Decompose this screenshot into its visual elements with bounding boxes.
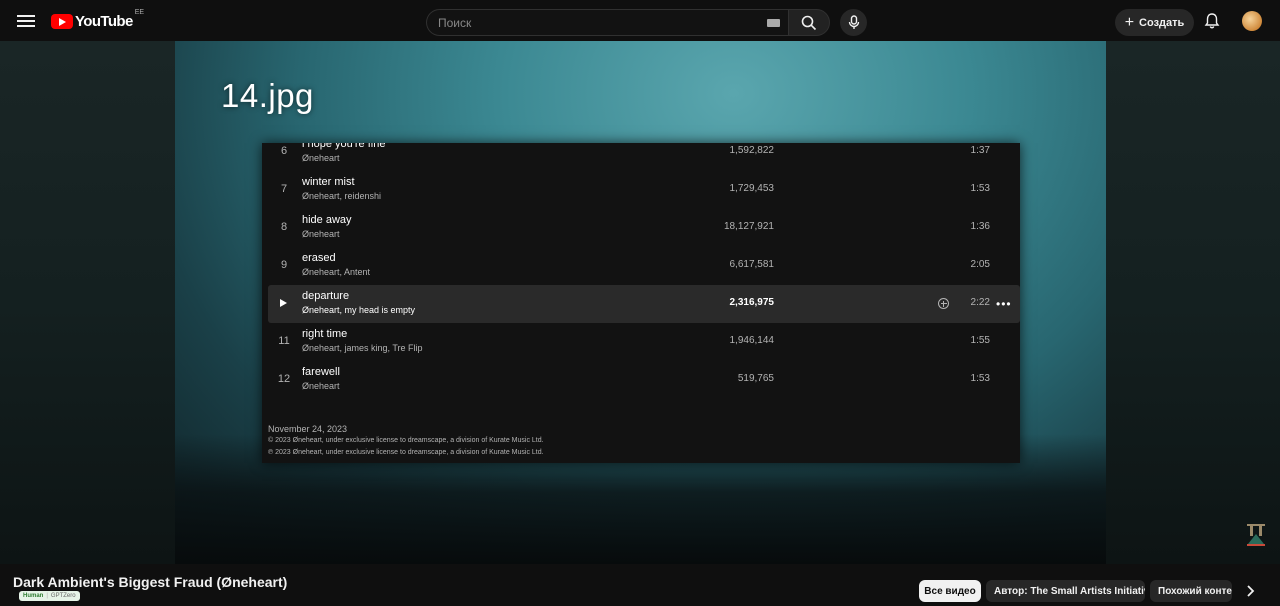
track-title: departure xyxy=(302,290,350,302)
chip-all-videos[interactable]: Все видео xyxy=(919,580,981,602)
copyright-c: © 2023 Øneheart, under exclusive license… xyxy=(268,437,544,444)
play-icon[interactable] xyxy=(280,299,287,307)
track-play-count: 1,592,822 xyxy=(729,145,775,156)
create-button[interactable]: + Создать xyxy=(1115,9,1194,36)
create-label: Создать xyxy=(1139,16,1185,29)
track-row[interactable]: departure Øneheart, my head is empty 2,316… xyxy=(268,285,1020,323)
track-title: farewell xyxy=(302,366,340,378)
track-artist[interactable]: Øneheart, james king, Tre Flip xyxy=(302,343,423,353)
track-row[interactable]: 12 farewell Øneheart 519,765 1:53 xyxy=(268,361,1020,399)
track-play-count: 519,765 xyxy=(737,373,774,384)
logo-text: YouTube xyxy=(75,12,133,30)
track-number: 11 xyxy=(278,335,290,347)
ai-detection-badge[interactable]: Human | GPTZero xyxy=(19,591,80,601)
plus-icon: + xyxy=(1124,13,1135,31)
track-duration: 1:53 xyxy=(970,183,990,194)
chip-related[interactable]: Похожий контент xyxy=(1150,580,1232,602)
track-play-count: 2,316,975 xyxy=(729,297,775,308)
badge-separator: | xyxy=(46,593,48,599)
tracklist: 6 i hope you're fine Øneheart 1,592,822 1:37… xyxy=(262,143,1020,463)
search-icon xyxy=(801,15,817,30)
chevron-right-icon[interactable] xyxy=(1243,584,1257,598)
more-horizontal-icon[interactable]: ••• xyxy=(996,297,1012,311)
track-row[interactable]: 7 winter mist Øneheart, reidenshi 1,729,453… xyxy=(268,171,1020,209)
track-play-count: 18,127,921 xyxy=(723,221,774,232)
avatar[interactable] xyxy=(1242,11,1262,31)
keyboard-icon[interactable] xyxy=(767,19,780,27)
video-player[interactable]: 14.jpg 6 i hope you're fine Øneheart 1,592,… xyxy=(0,41,1280,564)
video-frame[interactable]: 14.jpg 6 i hope you're fine Øneheart 1,592,… xyxy=(175,41,1106,564)
video-title: Dark Ambient's Biggest Fraud (Øneheart) xyxy=(13,574,288,590)
track-duration: 1:53 xyxy=(970,373,990,384)
below-player-bar: Dark Ambient's Biggest Fraud (Øneheart) … xyxy=(0,564,1280,606)
track-number: 12 xyxy=(277,373,291,385)
ambient-glow-left xyxy=(0,41,175,564)
track-artist[interactable]: Øneheart xyxy=(302,153,340,163)
track-title: hide away xyxy=(302,214,352,226)
add-circle-icon[interactable] xyxy=(938,298,949,309)
track-number: 8 xyxy=(280,221,288,233)
search-box xyxy=(426,9,788,36)
bell-icon[interactable] xyxy=(1203,12,1221,30)
track-duration: 1:37 xyxy=(970,145,990,156)
badge-human: Human xyxy=(23,593,44,599)
youtube-logo[interactable]: YouTube EE xyxy=(51,9,145,31)
track-number: 6 xyxy=(280,145,288,157)
track-play-count: 1,946,144 xyxy=(729,335,775,346)
track-duration: 2:05 xyxy=(970,259,990,270)
region-code: EE xyxy=(134,9,145,16)
ambient-glow-right xyxy=(1106,41,1280,564)
voice-search-button[interactable] xyxy=(840,9,867,36)
video-overlay-title: 14.jpg xyxy=(221,77,314,114)
badge-gptzero: GPTZero xyxy=(50,593,76,599)
track-play-count: 1,729,453 xyxy=(729,183,775,194)
track-duration: 1:55 xyxy=(970,335,990,346)
track-artist[interactable]: Øneheart xyxy=(302,381,340,391)
microphone-icon xyxy=(848,15,859,29)
track-artist[interactable]: Øneheart, reidenshi xyxy=(302,191,381,201)
track-number: 7 xyxy=(280,183,288,195)
track-play-count: 6,617,581 xyxy=(729,259,775,270)
track-artist[interactable]: Øneheart, Antent xyxy=(302,267,370,277)
hamburger-menu-icon[interactable] xyxy=(17,12,37,28)
track-title: erased xyxy=(302,252,336,264)
masthead: YouTube EE + Создать xyxy=(0,0,1280,41)
copyright-p: ℗ 2023 Øneheart, under exclusive license… xyxy=(268,449,544,456)
track-row[interactable]: 9 erased Øneheart, Antent 6,617,581 2:05 xyxy=(268,247,1020,285)
search-bar xyxy=(426,9,830,36)
track-title: right time xyxy=(302,328,348,340)
track-artist[interactable]: Øneheart, my head is empty xyxy=(302,305,415,315)
track-title: i hope you're fine xyxy=(302,143,386,150)
track-artist[interactable]: Øneheart xyxy=(302,229,340,239)
search-input[interactable] xyxy=(438,15,758,30)
channel-watermark-icon[interactable] xyxy=(1244,522,1268,548)
release-date: November 24, 2023 xyxy=(268,424,348,434)
youtube-play-icon xyxy=(51,13,73,29)
track-row[interactable]: 6 i hope you're fine Øneheart 1,592,822 1:37 xyxy=(268,143,1020,171)
track-row[interactable]: 11 right time Øneheart, james king, Tre Fl… xyxy=(268,323,1020,361)
track-duration: 2:22 xyxy=(970,297,990,308)
track-number: 9 xyxy=(280,259,288,271)
track-title: winter mist xyxy=(302,176,355,188)
chip-author[interactable]: Автор: The Small Artists Initiative xyxy=(986,580,1145,602)
search-button[interactable] xyxy=(788,9,830,36)
track-row[interactable]: 8 hide away Øneheart 18,127,921 1:36 xyxy=(268,209,1020,247)
track-duration: 1:36 xyxy=(970,221,990,232)
